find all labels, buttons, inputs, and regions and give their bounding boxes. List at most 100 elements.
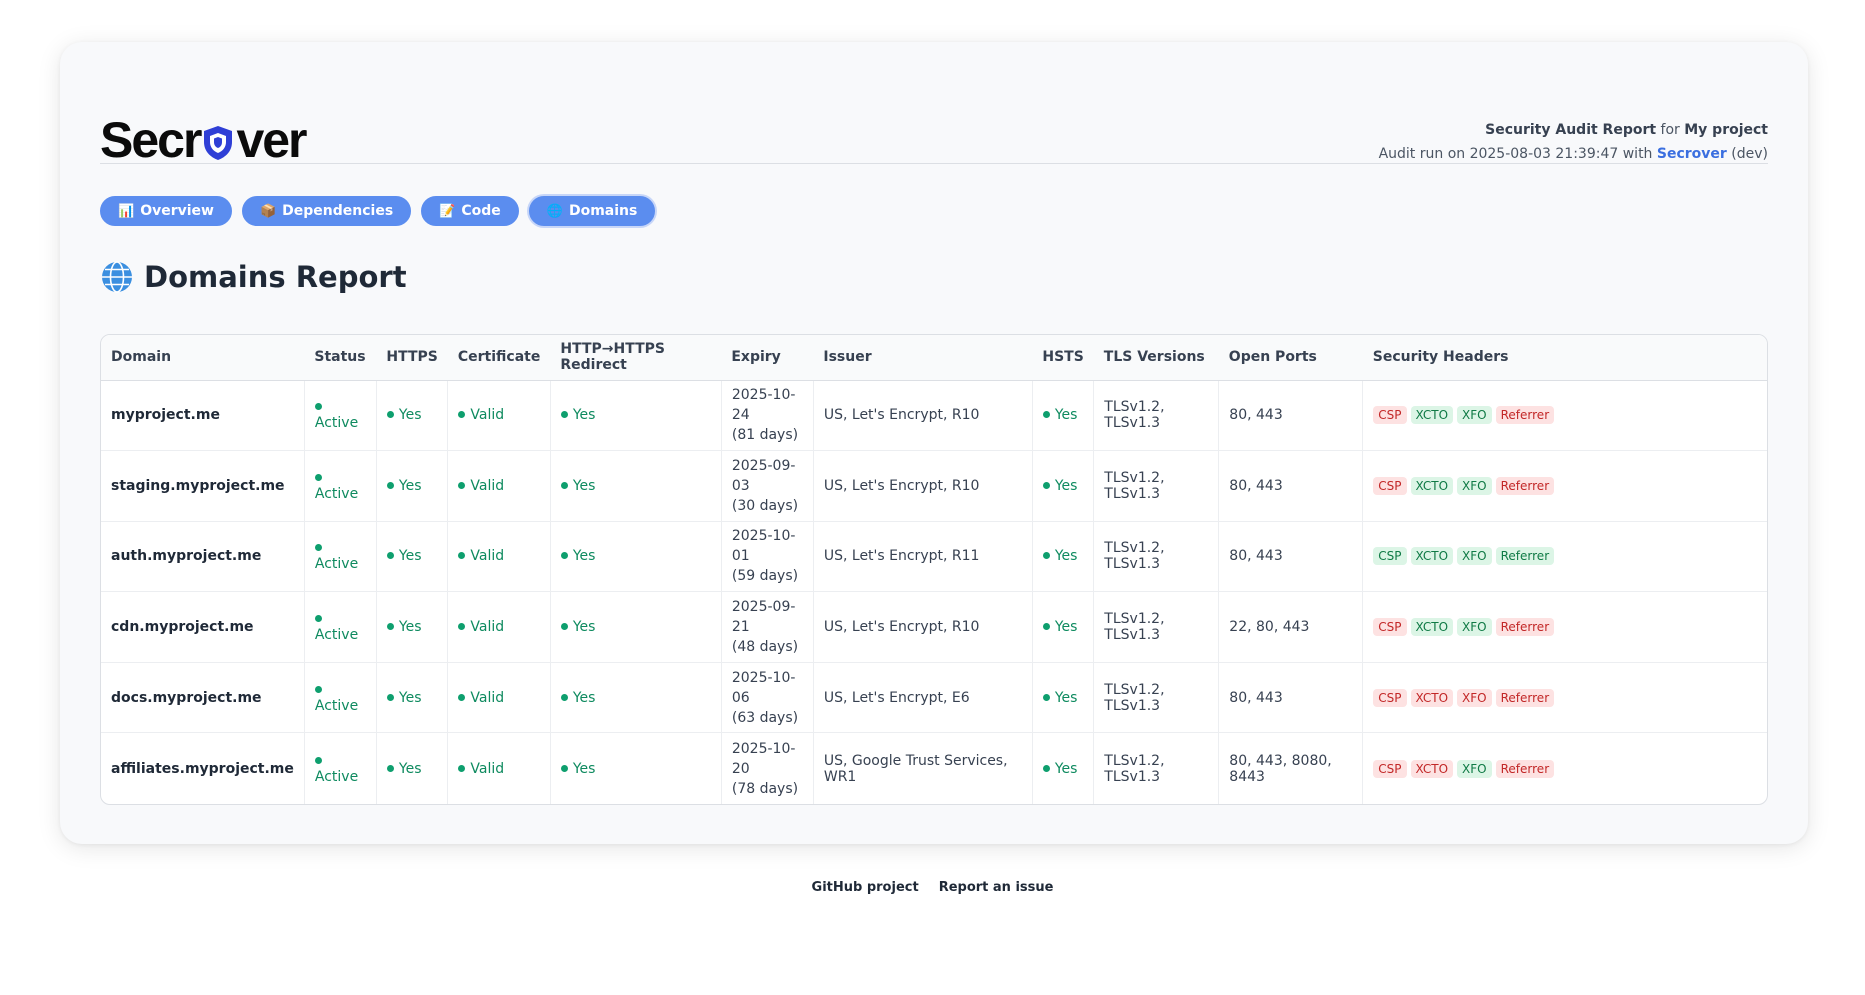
- issuer-cell: US, Let's Encrypt, E6: [812, 662, 1033, 734]
- domain-cell: staging.myproject.me: [101, 450, 305, 522]
- expiry-days: (63 days): [731, 709, 799, 726]
- redirect-value-text: Yes: [572, 477, 596, 494]
- https-value: Yes: [386, 619, 422, 635]
- meta-for: for: [1660, 122, 1680, 138]
- col-status: Status: [304, 335, 377, 381]
- hsts-value-text: Yes: [1054, 619, 1078, 636]
- header-badge-xcto: XCTO: [1410, 547, 1454, 566]
- status-cell: Active: [303, 450, 377, 522]
- expiry-cell: 2025-10-06 (63 days): [720, 662, 814, 734]
- hsts-value-text: Yes: [1054, 548, 1078, 565]
- status-dot-icon: [458, 552, 466, 560]
- header-badge-csp: CSP: [1373, 759, 1407, 778]
- cert-value: Valid: [458, 548, 504, 564]
- domain-cell: myproject.me: [101, 380, 305, 452]
- status-value-text: Active: [314, 415, 359, 432]
- header-badge-csp: CSP: [1373, 688, 1407, 707]
- audit-run-text: Audit run on 2025-08-03 21:39:47 with: [1378, 146, 1653, 162]
- tab-domains[interactable]: 🌐 Domains: [528, 196, 656, 226]
- hsts-value: Yes: [1042, 690, 1077, 706]
- col-tls: TLS Versions: [1093, 335, 1219, 381]
- status-dot-icon: [560, 764, 568, 772]
- logo-text-end: ver: [236, 112, 307, 168]
- certificate-cell: Valid: [447, 521, 551, 593]
- status-dot-icon: [386, 623, 394, 631]
- ports-cell: 80, 443: [1218, 521, 1363, 593]
- tab-label: Overview: [140, 203, 214, 219]
- domain-cell: docs.myproject.me: [101, 662, 305, 734]
- cert-value: Valid: [458, 761, 504, 777]
- redirect-cell: Yes: [549, 521, 722, 593]
- status-value-text: Active: [314, 697, 359, 714]
- page-title: Domains Report: [100, 260, 407, 294]
- col-ports: Open Ports: [1218, 335, 1363, 381]
- tls-cell: TLSv1.2, TLSv1.3: [1093, 732, 1219, 804]
- tab-code[interactable]: 📝 Code: [421, 196, 519, 226]
- status-dot-icon: [560, 481, 568, 489]
- status-dot-icon: [458, 411, 466, 419]
- status-dot-icon: [1042, 481, 1050, 489]
- domain-cell: cdn.myproject.me: [101, 591, 305, 663]
- header-badge-xfo: XFO: [1457, 547, 1492, 566]
- header-badge-xcto: XCTO: [1410, 759, 1454, 778]
- redirect-value: Yes: [560, 690, 595, 706]
- secrover-link[interactable]: Secrover: [1657, 146, 1727, 162]
- header-badge-xfo: XFO: [1457, 406, 1492, 425]
- table-row: auth.myproject.me Active Yes Valid Yes 2025-1…: [101, 521, 1767, 593]
- https-cell: Yes: [375, 521, 448, 593]
- hsts-cell: Yes: [1031, 732, 1094, 804]
- certificate-cell: Valid: [447, 450, 551, 522]
- redirect-value: Yes: [560, 477, 596, 494]
- badge-list: CSP XCTO XFO Referrer: [1373, 547, 1757, 566]
- expiry-days: (59 days): [731, 568, 799, 585]
- status-value-text: Active: [314, 556, 359, 573]
- report-issue-link[interactable]: Report an issue: [939, 880, 1054, 895]
- status-cell: Active: [303, 380, 377, 452]
- status-dot-icon: [1042, 623, 1050, 631]
- cert-value-text: Valid: [470, 689, 505, 706]
- header-badge-xcto: XCTO: [1410, 476, 1454, 495]
- expiry-date: 2025-10-24: [731, 387, 796, 424]
- shield-icon: [204, 126, 233, 160]
- status-cell: Active: [303, 591, 377, 663]
- redirect-cell: Yes: [549, 591, 722, 663]
- https-value-text: Yes: [398, 760, 422, 777]
- security-headers-cell: CSP XCTO XFO Referrer: [1362, 521, 1767, 593]
- expiry-cell: 2025-10-24 (81 days): [720, 380, 814, 452]
- domains-table: Domain Status HTTPS Certificate HTTP→HTT…: [100, 334, 1768, 805]
- header-badge-referrer: Referrer: [1495, 688, 1555, 707]
- table-header-row: Domain Status HTTPS Certificate HTTP→HTT…: [101, 335, 1767, 381]
- header-badge-xfo: XFO: [1457, 618, 1492, 637]
- certificate-cell: Valid: [447, 662, 551, 734]
- status-dot-icon: [1042, 693, 1050, 701]
- expiry-date: 2025-09-03: [731, 457, 796, 494]
- col-https: HTTPS: [376, 335, 448, 381]
- logo: Secr ver: [100, 112, 308, 168]
- header-badge-referrer: Referrer: [1495, 547, 1555, 566]
- tab-overview[interactable]: 📊 Overview: [100, 196, 232, 226]
- tls-cell: TLSv1.2, TLSv1.3: [1093, 591, 1219, 663]
- security-headers-cell: CSP XCTO XFO Referrer: [1362, 732, 1767, 804]
- status-dot-icon: [386, 693, 394, 701]
- redirect-value-text: Yes: [572, 548, 596, 565]
- github-link[interactable]: GitHub project: [812, 880, 919, 895]
- tls-cell: TLSv1.2, TLSv1.3: [1093, 662, 1219, 734]
- hsts-value: Yes: [1042, 761, 1077, 777]
- tab-dependencies[interactable]: 📦 Dependencies: [241, 196, 412, 226]
- tab-label: Code: [461, 203, 501, 219]
- col-domain: Domain: [101, 335, 305, 381]
- https-value-text: Yes: [398, 548, 422, 565]
- table-row: myproject.me Active Yes Valid Yes 2025-10-24 (…: [101, 380, 1767, 452]
- https-value-text: Yes: [398, 407, 422, 424]
- hsts-value: Yes: [1042, 548, 1078, 565]
- header-badge-xcto: XCTO: [1410, 688, 1454, 707]
- chart-icon: 📊: [118, 203, 135, 219]
- expiry-cell: 2025-10-01 (59 days): [720, 521, 814, 593]
- cert-value: Valid: [458, 478, 504, 494]
- tls-cell: TLSv1.2, TLSv1.3: [1093, 380, 1219, 452]
- hsts-cell: Yes: [1031, 591, 1094, 663]
- issuer-cell: US, Let's Encrypt, R10: [812, 450, 1033, 522]
- https-cell: Yes: [375, 732, 448, 804]
- col-security-headers: Security Headers: [1362, 335, 1767, 381]
- expiry-date: 2025-10-06: [731, 669, 796, 706]
